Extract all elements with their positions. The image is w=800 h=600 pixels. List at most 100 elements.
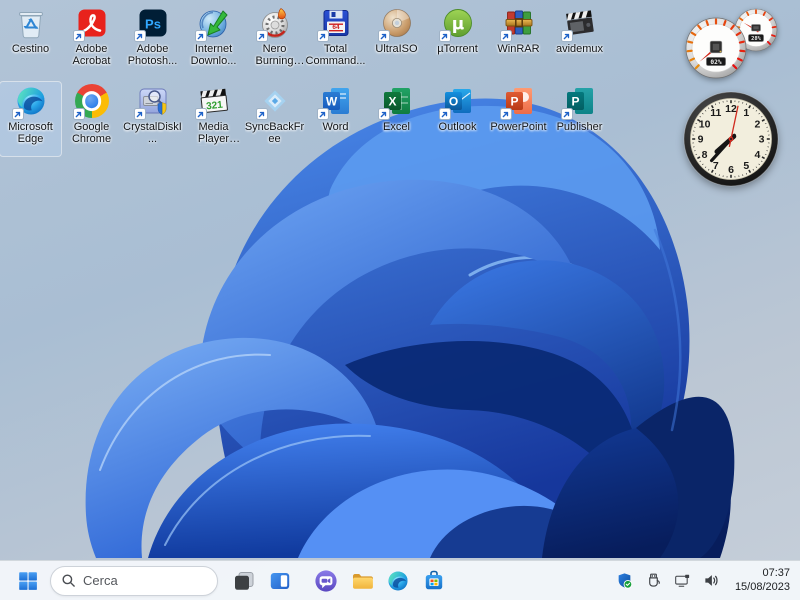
desktop-icon-label: Media Player Classic xyxy=(197,121,230,146)
cpu-meter-gadget[interactable]: 28% 02% xyxy=(672,4,792,86)
clock-numeral: 4 xyxy=(754,149,760,161)
desktop-icon-label: UltraISO xyxy=(375,43,418,55)
desktop-icon-crystaldiskinfo[interactable]: CrystalDiskI... xyxy=(122,82,183,156)
edge-taskbar-button[interactable] xyxy=(380,563,416,599)
nero-burning-rom-icon xyxy=(255,6,292,42)
file-explorer-icon xyxy=(353,573,373,589)
shortcut-arrow-icon xyxy=(133,108,146,120)
desktop-icon-adobe-acrobat[interactable]: Adobe Acrobat xyxy=(61,4,122,78)
clock-numeral: 8 xyxy=(702,149,708,161)
desktop-icon-label: Adobe Acrobat xyxy=(72,43,111,68)
start-button[interactable] xyxy=(10,563,46,599)
desktop-icon-label: Excel xyxy=(383,121,410,133)
desktop-icon-recycle-bin[interactable]: Cestino xyxy=(0,4,61,78)
desktop-icon-avidemux[interactable]: avidemux xyxy=(549,4,610,78)
shortcut-arrow-icon xyxy=(194,108,207,120)
internet-download-manager-icon xyxy=(194,6,231,42)
shortcut-arrow-icon xyxy=(499,108,512,120)
widgets-button[interactable] xyxy=(262,563,298,599)
desktop-icon-syncbackfree[interactable]: SyncBackFree xyxy=(244,82,305,156)
svg-text:Ps: Ps xyxy=(145,17,161,32)
svg-text:O: O xyxy=(448,95,457,109)
publisher-icon: P xyxy=(560,84,597,120)
shortcut-arrow-icon xyxy=(72,108,85,120)
desktop-icon-excel[interactable]: X Excel xyxy=(366,82,427,156)
adobe-photoshop-icon: Ps xyxy=(133,6,170,42)
shortcut-arrow-icon xyxy=(316,30,329,42)
microsoft-edge-icon xyxy=(11,84,48,120)
desktop-icon-label: avidemux xyxy=(555,43,604,55)
desktop-icon-total-commander[interactable]: 64 Total Command... xyxy=(305,4,366,78)
desktop-icon-ultraiso[interactable]: UltraISO xyxy=(366,4,427,78)
outlook-icon: O xyxy=(438,84,475,120)
desktop-icon-nero-burning-rom[interactable]: Nero Burning ROM xyxy=(244,4,305,78)
desktop-icon-outlook[interactable]: O Outlook xyxy=(427,82,488,156)
svg-text:321: 321 xyxy=(205,100,223,113)
taskbar: 07:37 15/08/2023 xyxy=(0,560,800,600)
desktop-icon-internet-download-manager[interactable]: Internet Downlo... xyxy=(183,4,244,78)
desktop-icon-label: WinRAR xyxy=(497,43,540,55)
desktop-icon-label: Microsoft Edge xyxy=(8,121,53,146)
desktop-icon-google-chrome[interactable]: Google Chrome xyxy=(61,82,122,156)
shortcut-arrow-icon xyxy=(255,108,268,120)
desktop-icon-label: CrystalDiskI... xyxy=(123,121,182,146)
desktop-screen: Cestino Adobe Acrobat Ps Adobe Photosh..… xyxy=(0,0,800,600)
taskbar-search-box[interactable] xyxy=(50,565,218,596)
desktop-icon-label: Google Chrome xyxy=(71,121,112,146)
shortcut-arrow-icon xyxy=(377,108,390,120)
taskbar-date: 15/08/2023 xyxy=(734,581,790,593)
desktop-icon-adobe-photoshop[interactable]: Ps Adobe Photosh... xyxy=(122,4,183,78)
media-player-classic-icon: 321 xyxy=(194,84,231,120)
ultraiso-icon xyxy=(377,6,414,42)
chat-button[interactable] xyxy=(308,563,344,599)
windows-security-icon[interactable] xyxy=(616,571,634,589)
analog-clock-gadget[interactable]: 12 1 2 3 4 5 6 7 8 9 10 11 xyxy=(682,90,780,188)
desktop-icon-label: Total Command... xyxy=(305,43,366,68)
shortcut-arrow-icon xyxy=(438,108,451,120)
widgets-icon xyxy=(270,572,290,589)
shortcut-arrow-icon xyxy=(316,108,329,120)
usb-device-icon[interactable] xyxy=(645,571,663,589)
task-view-button[interactable] xyxy=(226,563,262,599)
search-icon xyxy=(62,574,75,587)
system-tray: 07:37 15/08/2023 xyxy=(616,560,794,600)
shortcut-arrow-icon xyxy=(255,30,268,42)
cpu-gauge: 02% xyxy=(685,17,747,79)
windows-logo-icon xyxy=(19,571,37,590)
desktop-icon-utorrent[interactable]: µ µTorrent xyxy=(427,4,488,78)
winrar-icon xyxy=(499,6,536,42)
file-explorer-button[interactable] xyxy=(344,563,380,599)
desktop-icon-publisher[interactable]: P Publisher xyxy=(549,82,610,156)
clock-numeral: 2 xyxy=(754,118,760,130)
task-view-icon xyxy=(235,571,254,590)
clock-numeral: 11 xyxy=(710,107,721,119)
microsoft-store-button[interactable] xyxy=(416,563,452,599)
shortcut-arrow-icon xyxy=(560,30,573,42)
powerpoint-icon: P xyxy=(499,84,536,120)
clock-numeral: 9 xyxy=(698,134,704,146)
desktop-icon-microsoft-edge[interactable]: Microsoft Edge xyxy=(0,81,62,157)
desktop-icon-label: Outlook xyxy=(438,121,477,133)
desktop-icon-word[interactable]: W Word xyxy=(305,82,366,156)
word-icon: W xyxy=(316,84,353,120)
shortcut-arrow-icon xyxy=(194,30,207,42)
shortcut-arrow-icon xyxy=(72,30,85,42)
svg-text:X: X xyxy=(388,95,396,109)
volume-icon[interactable] xyxy=(703,571,721,589)
desktop-icon-media-player-classic[interactable]: 321 Media Player Classic xyxy=(183,82,244,156)
svg-text:P: P xyxy=(571,95,579,109)
desktop-icon-label: Nero Burning ROM xyxy=(255,43,294,68)
google-chrome-icon xyxy=(72,84,109,120)
desktop-icon-powerpoint[interactable]: P PowerPoint xyxy=(488,82,549,156)
ethernet-icon[interactable] xyxy=(674,571,692,589)
desktop-icon-winrar[interactable]: WinRAR xyxy=(488,4,549,78)
desktop-icon-label: SyncBackFree xyxy=(244,121,305,146)
ram-usage-readout: 28% xyxy=(751,36,761,42)
shortcut-arrow-icon xyxy=(438,30,451,42)
taskbar-clock[interactable]: 07:37 15/08/2023 xyxy=(735,566,794,595)
search-input[interactable] xyxy=(83,573,193,588)
svg-text:64: 64 xyxy=(332,24,340,31)
svg-text:µ: µ xyxy=(451,15,464,35)
shortcut-arrow-icon xyxy=(499,30,512,42)
clock-numeral: 6 xyxy=(728,164,734,176)
